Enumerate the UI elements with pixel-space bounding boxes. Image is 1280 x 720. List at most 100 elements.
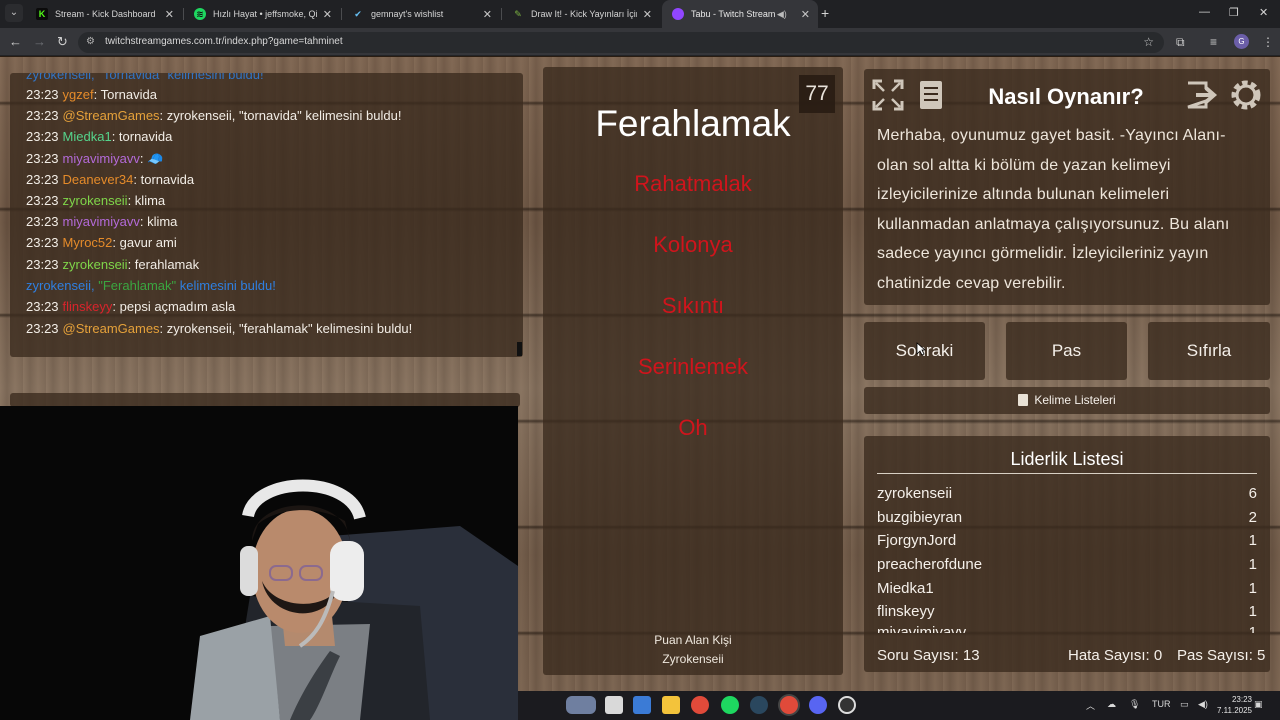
spotify-icon[interactable] xyxy=(721,696,739,714)
tabu-icon xyxy=(672,8,684,20)
word-card: 77 Ferahlamak Rahatmalak Kolonya Sıkıntı… xyxy=(543,67,843,675)
webcam-image xyxy=(0,406,518,720)
chat-scrollbar[interactable] xyxy=(517,342,522,356)
tab-tabu[interactable]: Tabu - Twitch Stream Games ◀) ✕ xyxy=(662,0,818,28)
chat-message: 23:23 zyrokenseii: klima xyxy=(26,193,166,208)
extensions-icon[interactable]: ⧉ xyxy=(1176,35,1185,49)
leaderboard-row: flinskeyy 1 xyxy=(877,603,1257,620)
streamer-area-panel xyxy=(10,393,520,407)
leaderboard-row: buzgibieyran 2 xyxy=(877,509,1257,526)
leaderboard-divider xyxy=(877,473,1257,474)
taskbar-clock[interactable]: 23:23 7.11.2025 xyxy=(1206,694,1252,716)
tab-spotify[interactable]: ≋ Hızlı Hayat • jeffsmoke, Qimp ✕ xyxy=(184,0,340,28)
forward-icon[interactable]: → xyxy=(33,34,46,50)
scorer-label: Puan Alan Kişi xyxy=(654,633,732,647)
notes-icon[interactable] xyxy=(912,75,952,115)
how-to-play-title: Nasıl Oynanır? xyxy=(988,84,1144,109)
url-text[interactable]: twitchstreamgames.com.tr/index.php?game=… xyxy=(105,36,343,47)
logout-icon[interactable] xyxy=(1182,75,1222,115)
chat-message: 23:23 Miedka1: tornavida xyxy=(26,129,173,144)
menu-dots-icon[interactable]: ⋮ xyxy=(1262,35,1274,49)
new-tab-button[interactable]: + xyxy=(821,5,829,21)
reload-icon[interactable]: ↻ xyxy=(57,34,68,50)
close-tab-icon[interactable]: ✕ xyxy=(483,8,492,21)
error-count: Hata Sayısı: 0 xyxy=(1068,647,1163,664)
steam-icon[interactable] xyxy=(750,696,768,714)
restore-icon[interactable]: ❐ xyxy=(1229,6,1239,19)
tab-steam-wishlist[interactable]: ✔ gemnayt's wishlist ✕ xyxy=(342,0,500,28)
speaker-icon[interactable]: ◀) xyxy=(777,9,787,20)
chrome-active-icon[interactable] xyxy=(780,696,798,714)
close-tab-icon[interactable]: ✕ xyxy=(643,8,652,21)
tab-search-button[interactable]: ⌄ xyxy=(5,4,23,22)
leaderboard-row: preacherofdune 1 xyxy=(877,556,1257,573)
chat-panel: zyrokenseii, "Tornavida" kelimesini buld… xyxy=(10,73,523,357)
chat-message: 23:23 Myroc52: gavur ami xyxy=(26,235,177,250)
chat-message: 23:23 miyavimiyavv: 🧢 xyxy=(26,151,164,166)
chat-message: 23:23 Deanever34: tornavida xyxy=(26,172,195,187)
windows-taskbar: ︿ ☁ 🎙 TUR ▭ ◀) ▣ xyxy=(518,691,1280,720)
task-view-icon[interactable] xyxy=(605,696,623,714)
back-icon[interactable]: ← xyxy=(9,34,22,50)
fullscreen-icon[interactable] xyxy=(868,75,908,115)
forbidden-word: Kolonya xyxy=(653,232,733,257)
chat-message-system: zyrokenseii, "Tornavida" kelimesini buld… xyxy=(26,73,264,82)
word-lists-button[interactable]: Kelime Listeleri xyxy=(864,387,1270,414)
leaderboard-row: zyrokenseii 6 xyxy=(877,485,1257,502)
notifications-icon[interactable]: ▣ xyxy=(1254,699,1263,710)
how-to-play-text: Merhaba, oyunumuz gayet basit. -Yayıncı … xyxy=(877,127,1230,292)
question-count: Soru Sayısı: 13 xyxy=(877,647,980,664)
language-indicator[interactable]: TUR xyxy=(1152,699,1171,709)
tab-draw-it[interactable]: ✎ Draw It! - Kick Yayınları İçin Çizim ✕ xyxy=(502,0,660,28)
mouse-cursor xyxy=(916,342,926,356)
file-explorer-icon[interactable] xyxy=(662,696,680,714)
kick-icon: K xyxy=(36,8,48,20)
draw-icon: ✎ xyxy=(514,9,522,19)
leaderboard-row: FjorgynJord 1 xyxy=(877,532,1257,549)
close-tab-icon[interactable]: ✕ xyxy=(323,8,332,21)
network-icon[interactable]: ▭ xyxy=(1180,699,1189,710)
address-bar[interactable]: ⚙ twitchstreamgames.com.tr/index.php?gam… xyxy=(78,32,1164,53)
leaderboard-title: Liderlik Listesi xyxy=(1010,449,1124,469)
chat-message: 23:23 @StreamGames: zyrokenseii, "tornavi… xyxy=(26,108,402,123)
close-window-icon[interactable]: ✕ xyxy=(1259,6,1268,19)
game-page: zyrokenseii, "Tornavida" kelimesini buld… xyxy=(0,57,1280,720)
chat-message: 23:23 @StreamGames: zyrokenseii, "ferahla… xyxy=(26,321,413,336)
chat-message: 23:23 ygzef: Tornavida xyxy=(26,87,157,102)
forbidden-word: Rahatmalak xyxy=(634,171,752,196)
site-info-icon[interactable]: ⚙ xyxy=(86,36,98,48)
chat-message: 23:23 flinskeyy: pepsi açmadım asla xyxy=(26,299,236,314)
widgets-icon[interactable] xyxy=(566,696,596,714)
game-stats: Soru Sayısı: 13 Hata Sayısı: 0 Pas Sayıs… xyxy=(864,645,1270,673)
close-tab-icon[interactable]: ✕ xyxy=(801,8,810,21)
store-icon[interactable] xyxy=(633,696,651,714)
chat-message-system: zyrokenseii, "Ferahlamak" kelimesini bul… xyxy=(26,278,276,293)
close-tab-icon[interactable]: ✕ xyxy=(165,8,174,21)
reset-button[interactable]: Sıfırla xyxy=(1148,322,1270,380)
profile-avatar[interactable]: G xyxy=(1234,34,1249,49)
browser-toolbar: ← → ↻ ⚙ twitchstreamgames.com.tr/index.p… xyxy=(0,28,1280,56)
forbidden-word: Oh xyxy=(678,415,708,440)
obs-icon[interactable] xyxy=(838,696,856,714)
leaderboard-row: Miedka1 1 xyxy=(877,580,1257,597)
how-to-play-panel: Nasıl Oynanır? Merhaba, oyunumuz gayet b… xyxy=(864,69,1270,305)
bookmark-star-icon[interactable]: ☆ xyxy=(1143,35,1154,49)
onedrive-icon[interactable]: ☁ xyxy=(1107,699,1116,710)
media-controls-icon[interactable]: ≡ xyxy=(1210,35,1217,49)
chrome-icon[interactable] xyxy=(691,696,709,714)
spotify-icon: ≋ xyxy=(194,8,206,20)
minimize-icon[interactable]: — xyxy=(1199,6,1210,18)
tray-overflow-icon[interactable]: ︿ xyxy=(1086,699,1095,712)
pass-button[interactable]: Pas xyxy=(1006,322,1127,380)
forbidden-word: Serinlemek xyxy=(637,354,749,379)
webcam-overlay xyxy=(0,406,518,720)
browser-tab-bar: ⌄ K Stream - Kick Dashboard ✕ ≋ Hızlı Ha… xyxy=(0,0,1280,28)
microphone-icon[interactable]: 🎙 xyxy=(1129,699,1140,710)
steam-icon: ✔ xyxy=(354,9,362,19)
tab-kick-dashboard[interactable]: K Stream - Kick Dashboard ✕ xyxy=(26,0,182,28)
leaderboard-panel: Liderlik Listesi zyrokenseii 6 buzgibieyr… xyxy=(864,436,1270,672)
discord-icon[interactable] xyxy=(809,696,827,714)
target-word: Ferahlamak xyxy=(595,103,791,144)
settings-icon[interactable] xyxy=(1226,75,1266,115)
pass-count: Pas Sayısı: 5 xyxy=(1177,647,1266,664)
